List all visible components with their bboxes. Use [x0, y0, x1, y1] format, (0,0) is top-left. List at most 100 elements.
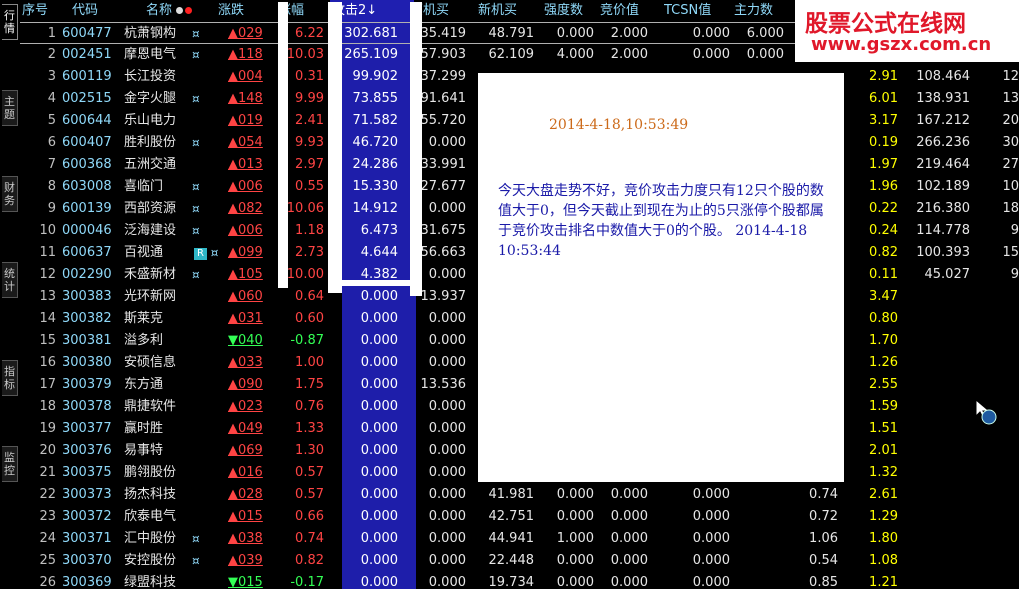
- cell-idx: 22: [39, 487, 56, 502]
- cell-yj: 0.000: [428, 311, 466, 326]
- header-dot-icon: [176, 7, 184, 14]
- annotation-bar-right: [410, 2, 422, 296]
- side-tab-0[interactable]: 行情: [2, 4, 18, 40]
- header-main-force[interactable]: 主力数: [734, 0, 790, 22]
- cell-zd: ▲039: [228, 553, 263, 568]
- table-row[interactable]: 24 300371 汇中股份 ¤ ▲038 0.74 0.000 0.000 44.941 1.0…: [20, 528, 1019, 550]
- cell-e4: 10: [1002, 179, 1019, 194]
- header-index[interactable]: 序号: [22, 0, 58, 22]
- cell-flag: ¤: [192, 48, 200, 62]
- cell-yj: 0.000: [428, 355, 466, 370]
- cell-zd: ▲006: [228, 179, 263, 194]
- cell-e3: [900, 374, 970, 396]
- cell-code: 300376: [62, 443, 112, 458]
- cell-zd: ▲031: [228, 311, 263, 326]
- cell-idx: 17: [39, 377, 56, 392]
- cell-e2: 2.91: [869, 69, 898, 84]
- cell-code: 002515: [62, 91, 112, 106]
- left-side-tabs: 行情主题财务统计指标监控: [0, 0, 20, 589]
- side-tab-3[interactable]: 统计: [2, 262, 18, 298]
- cell-zf: 1.30: [295, 443, 324, 458]
- cell-ts: 0.000: [692, 47, 730, 62]
- cell-yj: 0.000: [428, 553, 466, 568]
- cell-e3: [900, 308, 970, 330]
- cell-flag: ¤: [192, 136, 200, 150]
- cell-flag: [192, 374, 222, 396]
- cell-yj: 0.000: [428, 443, 466, 458]
- cell-gj: 0.000: [360, 355, 398, 370]
- cell-e3: 216.380: [916, 201, 970, 216]
- cell-code: 300371: [62, 531, 112, 546]
- cell-qd: 0.000: [556, 553, 594, 568]
- cell-zf: -0.17: [290, 575, 324, 589]
- cell-idx: 8: [47, 179, 56, 194]
- header-attack-sorted[interactable]: 攻击2↓: [330, 0, 414, 22]
- cell-flag: ¤: [192, 202, 200, 216]
- header-auction-value[interactable]: 竞价值: [600, 0, 656, 22]
- cell-code: 600637: [62, 245, 112, 260]
- cell-yj: 0.000: [428, 421, 466, 436]
- cell-e4: 13: [1002, 91, 1019, 106]
- header-tcsn[interactable]: TCSN值: [664, 0, 730, 22]
- header-name[interactable]: 名称: [146, 0, 206, 22]
- cell-e1: 1.06: [809, 531, 838, 546]
- cell-zd: ▲019: [228, 113, 263, 128]
- cell-xj: 48.791: [488, 26, 535, 41]
- side-tab-4[interactable]: 指标: [2, 360, 18, 396]
- table-row[interactable]: 23 300372 欣泰电气 ▲015 0.66 0.000 0.000 42.751 0.00…: [20, 506, 1019, 528]
- cell-e4: 12: [1002, 69, 1019, 84]
- cell-name: 安控股份: [124, 553, 177, 568]
- cell-name: 欣泰电气: [124, 509, 177, 524]
- cell-idx: 21: [39, 465, 56, 480]
- side-tab-5[interactable]: 监控: [2, 446, 18, 482]
- table-row[interactable]: 22 300373 扬杰科技 ▲028 0.57 0.000 0.000 41.981 0.00…: [20, 484, 1019, 506]
- cell-zf: 1.75: [295, 377, 324, 392]
- cell-code: 300375: [62, 465, 112, 480]
- header-change[interactable]: 涨跌: [218, 0, 268, 22]
- cell-name: 斯莱克: [124, 311, 164, 326]
- cell-jj: 0.000: [610, 487, 648, 502]
- cell-zd: ▲023: [228, 399, 263, 414]
- cell-qd: 4.000: [556, 47, 594, 62]
- cell-gj: 0.000: [360, 443, 398, 458]
- cell-zf: 0.76: [295, 399, 324, 414]
- table-row[interactable]: 25 300370 安控股份 ¤ ▲039 0.82 0.000 0.000 22.448 0.0…: [20, 550, 1019, 572]
- header-code[interactable]: 代码: [72, 0, 122, 22]
- cell-e2: 1.21: [869, 575, 898, 589]
- cell-e3: [900, 418, 970, 440]
- cell-name: 安硕信息: [124, 355, 177, 370]
- cell-yj: 0.000: [428, 399, 466, 414]
- cell-idx: 6: [47, 135, 56, 150]
- cell-gj: 0.000: [360, 575, 398, 589]
- cell-ts: 0.000: [692, 487, 730, 502]
- site-watermark: 股票公式在线网 www.gszx.com.cn: [795, 0, 1019, 62]
- cell-zf: 0.57: [295, 465, 324, 480]
- cell-e3: [900, 396, 970, 418]
- header-new-buy[interactable]: 新机买: [478, 0, 538, 22]
- cell-name: 东方通: [124, 377, 164, 392]
- table-row[interactable]: 26 300369 绿盟科技 ▼015 -0.17 0.000 0.000 19.734 0.0…: [20, 572, 1019, 589]
- cell-yj: 13.536: [420, 377, 467, 392]
- header-strength[interactable]: 强度数: [544, 0, 600, 22]
- cell-code: 300380: [62, 355, 112, 370]
- cell-name: 汇中股份: [124, 531, 177, 546]
- cell-code: 300370: [62, 553, 112, 568]
- cell-e3: 167.212: [916, 113, 970, 128]
- cell-name: 长江投资: [124, 69, 177, 84]
- side-tab-2[interactable]: 财务: [2, 176, 18, 212]
- cell-ts: 0.000: [692, 26, 730, 41]
- cell-zd: ▲148: [228, 91, 263, 106]
- cell-gj: 0.000: [360, 509, 398, 524]
- cell-e2: 1.08: [869, 553, 898, 568]
- flag-icon: ¤: [206, 246, 219, 260]
- cell-e3: 108.464: [916, 69, 970, 84]
- cell-idx: 20: [39, 443, 56, 458]
- cell-e3: 114.778: [916, 223, 970, 238]
- cell-flag: ¤: [192, 268, 200, 282]
- cell-e2: 1.80: [869, 531, 898, 546]
- cell-flag: [192, 462, 222, 484]
- cell-zd: ▲069: [228, 443, 263, 458]
- cell-e4: 9: [1010, 267, 1019, 282]
- cell-jj: 2.000: [610, 26, 648, 41]
- side-tab-1[interactable]: 主题: [2, 90, 18, 126]
